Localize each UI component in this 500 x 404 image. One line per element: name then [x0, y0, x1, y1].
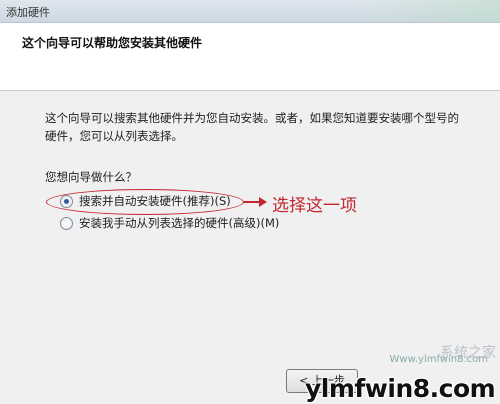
- annotation-text: 选择这一项: [272, 196, 357, 216]
- wizard-heading: 这个向导可以帮助您安装其他硬件: [22, 36, 203, 50]
- question-label: 您想向导做什么？: [45, 170, 137, 184]
- watermark-brand: ylmfwin8.com: [305, 374, 496, 403]
- title-bar-glow: [350, 0, 500, 22]
- radio-unselected-icon[interactable]: [60, 216, 73, 230]
- highlight-ellipse: [46, 189, 244, 215]
- arrow-right-icon: [259, 197, 267, 207]
- title-bar: 添加硬件: [0, 0, 500, 23]
- watermark: 系统之家 Www.ylmfwin8.com ylmfwin8.com: [305, 345, 500, 404]
- window-title: 添加硬件: [6, 6, 50, 19]
- option-manual-install[interactable]: 安装我手动从列表选择的硬件(高级)(M): [60, 215, 279, 231]
- wizard-content: 这个向导可以搜索其他硬件并为您自动安装。或者，如果您知道要安装哪个型号的硬件，您…: [0, 91, 500, 404]
- intro-text: 这个向导可以搜索其他硬件并为您自动安装。或者，如果您知道要安装哪个型号的硬件，您…: [45, 111, 459, 143]
- watermark-sub: Www.ylmfwin8.com: [389, 354, 488, 365]
- option-manual-install-label: 安装我手动从列表选择的硬件(高级)(M): [79, 216, 280, 230]
- wizard-header: 这个向导可以帮助您安装其他硬件: [0, 23, 500, 91]
